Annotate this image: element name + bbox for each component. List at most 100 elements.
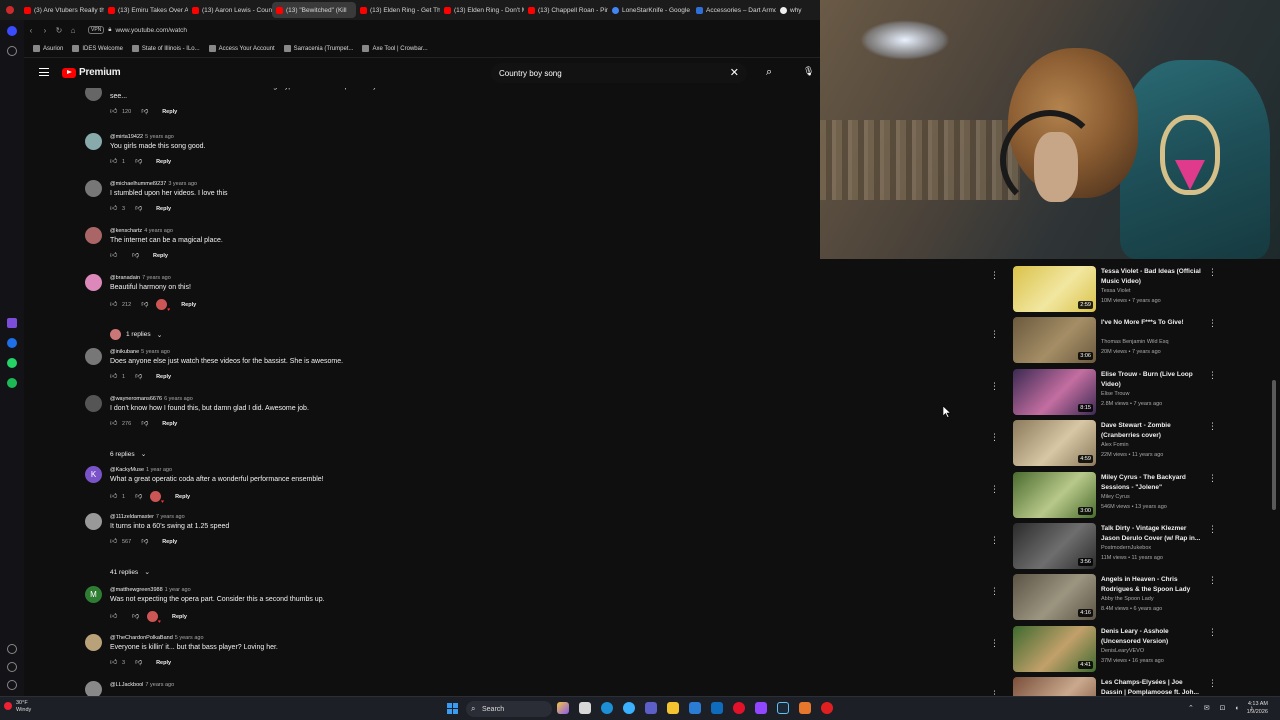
more-options-icon[interactable]: ⋮ <box>1208 370 1217 381</box>
reply-button[interactable]: Reply <box>156 660 171 666</box>
clock[interactable]: 4:13 AM 1/9/2026 <box>1247 700 1268 716</box>
bookmark-item[interactable]: Axe Tool | Crowbar... <box>362 45 428 52</box>
avatar[interactable] <box>85 133 102 150</box>
comment-author[interactable]: @LLJackbool <box>110 682 143 688</box>
avatar[interactable]: M <box>85 586 102 603</box>
more-options-icon[interactable]: ⋮ <box>990 689 999 696</box>
more-options-icon[interactable]: ⋮ <box>990 484 999 495</box>
comment-time[interactable]: 4 years ago <box>144 228 173 234</box>
dislike-icon[interactable]: 👎︎ <box>135 205 142 212</box>
like-icon[interactable]: 👍︎ <box>110 252 117 259</box>
recommendation-item[interactable]: ⋮ 3:56 Talk Dirty - Vintage Klezmer Jason … <box>985 515 1280 569</box>
search-icon[interactable]: ⌕ <box>766 66 772 79</box>
recommendation-item[interactable]: ⋮ Les Champs-Elysées | Joe Dassin | Pompl… <box>985 669 1280 696</box>
reply-button[interactable]: Reply <box>156 206 171 212</box>
reload-icon[interactable]: ↻ <box>52 26 66 35</box>
reply-button[interactable]: Reply <box>156 374 171 380</box>
aria-icon[interactable] <box>7 318 17 328</box>
comment-author[interactable]: @matthewgreen3988 <box>110 587 163 593</box>
dislike-icon[interactable]: 👎︎ <box>135 659 142 666</box>
more-options-icon[interactable]: ⋮ <box>990 270 999 281</box>
like-icon[interactable]: 👍︎ <box>110 158 117 165</box>
like-icon[interactable]: 👍︎ <box>110 205 117 212</box>
view-replies-button[interactable]: 1 replies ⌄ <box>110 329 162 340</box>
reply-button[interactable]: Reply <box>175 494 190 500</box>
avatar[interactable] <box>85 88 102 101</box>
browser-tab[interactable]: (13) Chappell Roan - Pink <box>524 2 608 18</box>
comment-author[interactable]: @TheChardonPolkaBand <box>110 635 173 641</box>
browser-tab[interactable]: LoneStarKnife - Google S <box>608 2 692 18</box>
channel-name[interactable]: Alex Fomin <box>1101 442 1129 448</box>
bookmarks-icon[interactable] <box>7 46 17 56</box>
dislike-icon[interactable]: 👎︎ <box>141 301 148 308</box>
browser-tab[interactable]: (13) Elden Ring - Get Thes <box>356 2 440 18</box>
comment-time[interactable]: 7 years ago <box>145 682 174 688</box>
video-thumbnail[interactable]: 3:56 <box>1013 523 1096 569</box>
more-options-icon[interactable]: ⋮ <box>990 329 999 340</box>
clear-search-icon[interactable]: ✕ <box>730 66 739 79</box>
dislike-icon[interactable]: 👎︎ <box>135 373 142 380</box>
start-icon[interactable] <box>447 703 458 714</box>
comment-time[interactable]: 7 years ago <box>156 514 185 520</box>
dislike-icon[interactable]: 👎︎ <box>141 108 148 115</box>
video-thumbnail[interactable]: 3:00 <box>1013 471 1096 518</box>
recommendation-item[interactable]: ⋮ 8:15 Elise Trouw - Burn (Live Loop Video… <box>985 361 1280 415</box>
more-options-icon[interactable]: ⋮ <box>990 381 999 392</box>
outlook-icon[interactable] <box>711 702 723 714</box>
vpn-badge[interactable]: VPN <box>88 26 105 34</box>
recommendation-item[interactable]: ⋮ 4:59 Dave Stewart - Zombie (Cranberries … <box>985 412 1280 467</box>
dislike-icon[interactable]: 👎︎ <box>135 158 142 165</box>
reply-button[interactable]: Reply <box>162 421 177 427</box>
browser-tab[interactable]: (13) Emiru Takes Over Ar <box>104 2 188 18</box>
avatar[interactable] <box>85 513 102 530</box>
comment-author[interactable]: @inikubane <box>110 349 139 355</box>
lock-icon[interactable]: 🔒︎ <box>108 27 111 34</box>
video-thumbnail[interactable]: 4:41 <box>1013 625 1096 672</box>
comment-time[interactable]: 6 years ago <box>164 396 193 402</box>
channel-name[interactable]: PostmodernJukebox <box>1101 545 1151 551</box>
whatsapp-icon[interactable] <box>7 358 17 368</box>
settings-icon[interactable] <box>7 680 17 690</box>
obs-icon[interactable] <box>799 702 811 714</box>
store-icon[interactable] <box>689 702 701 714</box>
like-icon[interactable]: 👍︎ <box>110 301 117 308</box>
video-title[interactable]: Dave Stewart - Zombie (Cranberries cover… <box>1101 421 1205 441</box>
speed-dial-icon[interactable] <box>7 26 17 36</box>
reply-button[interactable]: Reply <box>162 109 177 115</box>
browser-tab[interactable]: (13) "Bewitched" (Kill <box>272 2 356 18</box>
avatar[interactable] <box>85 634 102 651</box>
dislike-icon[interactable]: 👎︎ <box>141 420 148 427</box>
more-options-icon[interactable]: ⋮ <box>990 586 999 597</box>
dislike-icon[interactable]: 👎︎ <box>132 613 139 620</box>
more-options-icon[interactable]: ⋮ <box>1208 678 1217 689</box>
forward-icon[interactable]: › <box>38 26 52 35</box>
file-explorer-icon[interactable] <box>667 702 679 714</box>
taskbar-search[interactable]: ⌕ Search <box>466 701 552 717</box>
comment-author[interactable]: @kenschartz <box>110 228 142 234</box>
bookmark-item[interactable]: IDES Welcome <box>72 45 123 52</box>
bookmark-item[interactable]: Asurion <box>33 45 63 52</box>
comment-time[interactable]: 1 year ago <box>146 467 172 473</box>
dislike-icon[interactable]: 👎︎ <box>141 538 148 545</box>
teams-icon[interactable] <box>645 702 657 714</box>
like-icon[interactable]: 👍︎ <box>110 659 117 666</box>
youtube-logo[interactable]: Premium <box>62 67 121 78</box>
video-thumbnail[interactable]: 8:15 <box>1013 368 1096 415</box>
video-thumbnail[interactable]: 3:06 <box>1013 317 1096 364</box>
video-title[interactable]: Miley Cyrus - The Backyard Sessions - "J… <box>1101 473 1205 493</box>
browser-tab[interactable]: Accessories – Dart Armou <box>692 2 776 18</box>
more-options-icon[interactable]: ⋮ <box>1208 473 1217 484</box>
widgets-icon[interactable] <box>557 702 569 714</box>
recommendation-item[interactable]: ⋮ 2:59 Tessa Violet - Bad Ideas (Official … <box>985 259 1280 312</box>
video-title[interactable]: Elise Trouw - Burn (Live Loop Video) <box>1101 370 1205 390</box>
like-icon[interactable]: 👍︎ <box>110 108 117 115</box>
opera-icon[interactable] <box>733 702 745 714</box>
comment-author[interactable]: @wayneromans6676 <box>110 396 162 402</box>
like-icon[interactable]: 👍︎ <box>110 420 117 427</box>
avatar[interactable] <box>85 348 102 365</box>
more-options-icon[interactable]: ⋮ <box>1208 318 1217 329</box>
history-icon[interactable] <box>7 662 17 672</box>
comment-time[interactable]: 5 years ago <box>141 349 170 355</box>
avatar[interactable] <box>85 227 102 244</box>
video-thumbnail[interactable] <box>1013 677 1096 696</box>
